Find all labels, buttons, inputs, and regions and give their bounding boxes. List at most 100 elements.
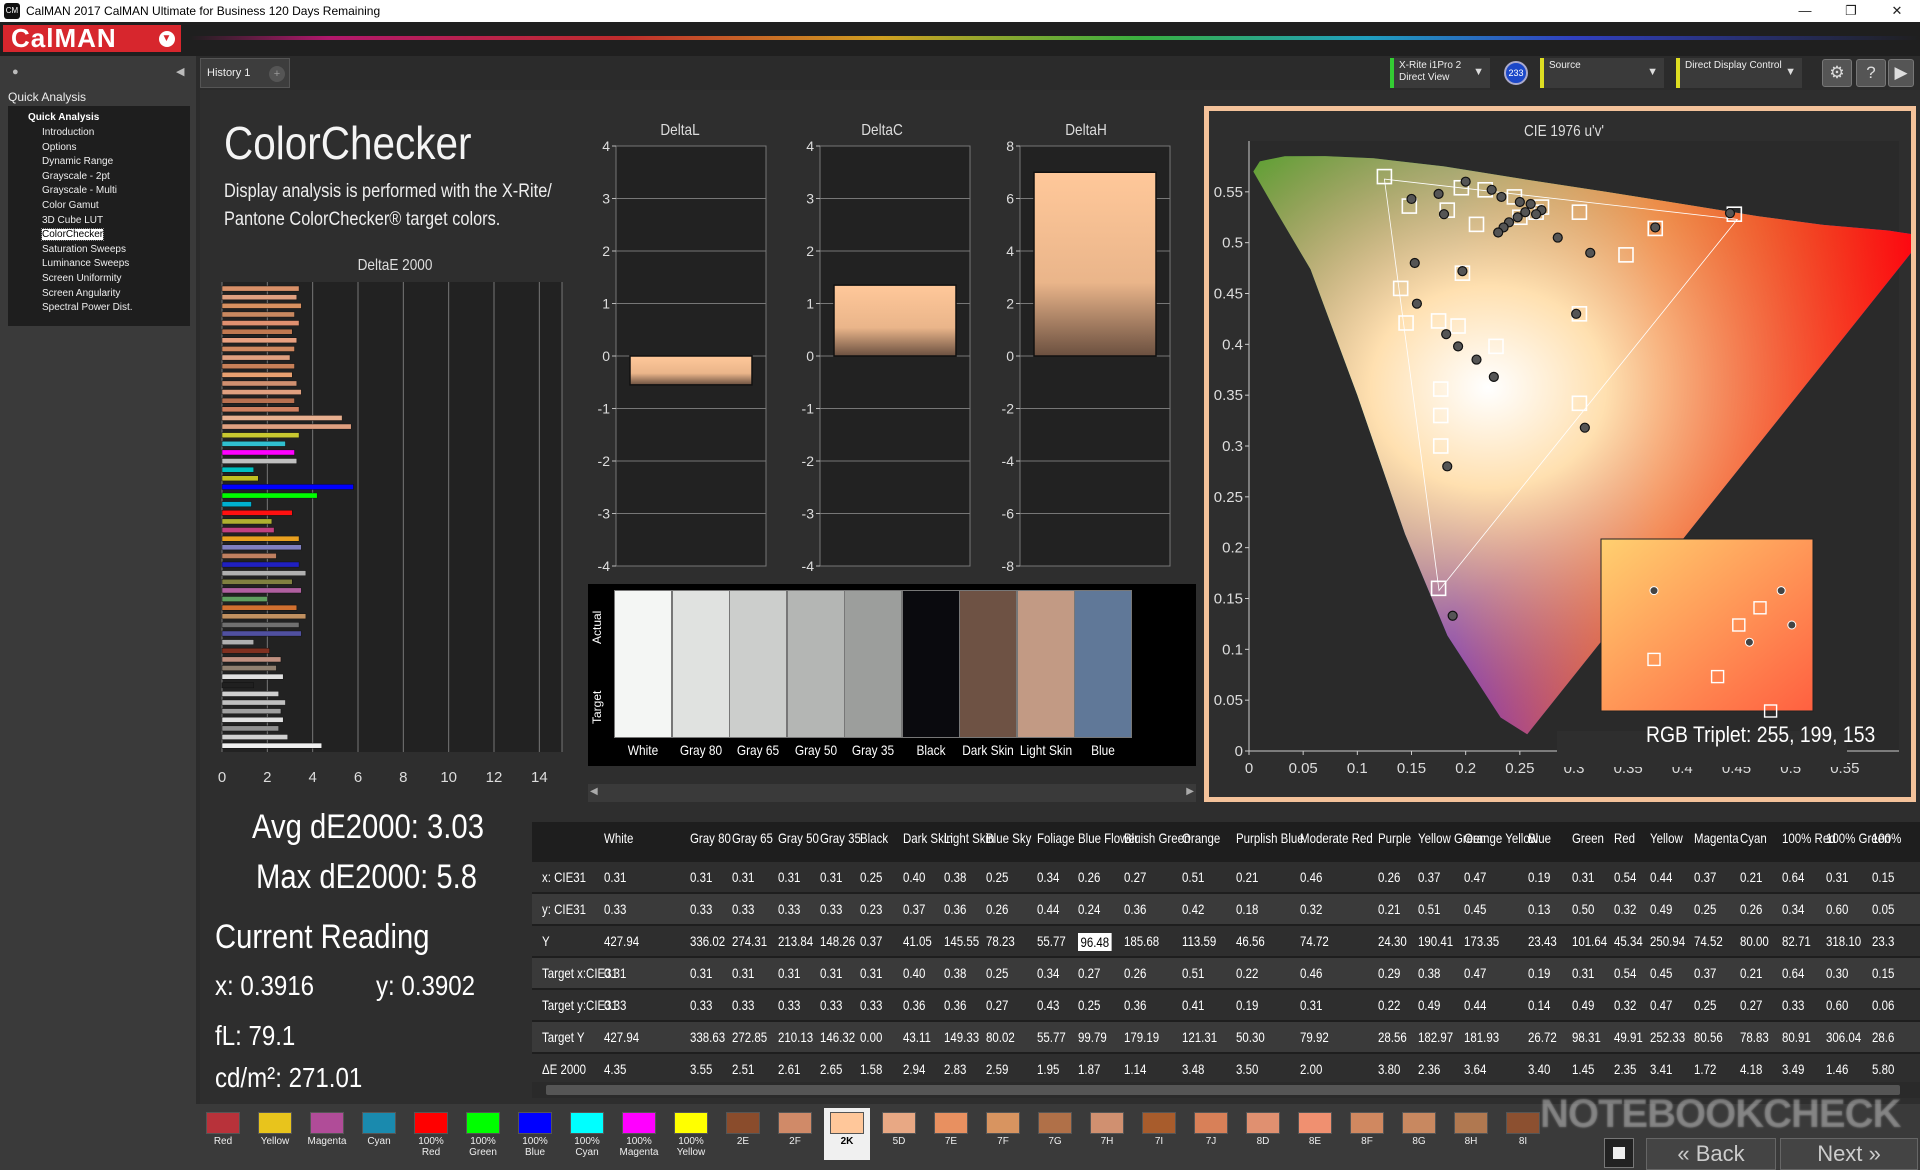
patch-2e[interactable]: 2E [720, 1108, 766, 1160]
actual-marker [1579, 422, 1590, 433]
patch-7e[interactable]: 7E [928, 1108, 974, 1160]
patch-100-cyan[interactable]: 100% Cyan [564, 1108, 610, 1160]
restore-icon[interactable]: ❐ [1828, 0, 1874, 22]
calman-logo-menu[interactable]: CalMAN ▼ [3, 25, 181, 52]
patch-color [1090, 1112, 1124, 1134]
display-selector[interactable]: Direct Display Control ▼ [1676, 58, 1802, 88]
table-cell: 0.31 [820, 869, 843, 885]
patch-7g[interactable]: 7G [1032, 1108, 1078, 1160]
sidebar-item-colorchecker[interactable]: ColorChecker [8, 228, 190, 243]
patch-cyan[interactable]: Cyan [356, 1108, 402, 1160]
swatch-gray-80[interactable] [671, 590, 730, 738]
deltah-chart: 8 6 4 2 0 -2 -4 -6 -8 [1002, 138, 1171, 574]
patch-color [778, 1112, 812, 1134]
meter-selector[interactable]: X-Rite i1Pro 2 Direct View ▼ [1390, 58, 1490, 88]
back-button[interactable]: « Back [1646, 1138, 1776, 1170]
pin-icon[interactable]: ● [12, 66, 19, 78]
sidebar-item-grayscale-2pt[interactable]: Grayscale - 2pt [8, 170, 190, 185]
patch-8f[interactable]: 8F [1344, 1108, 1390, 1160]
swatch-black[interactable] [901, 590, 960, 738]
table-cell: 0.33 [690, 997, 713, 1013]
patch-100-yellow[interactable]: 100% Yellow [668, 1108, 714, 1160]
add-tab-icon[interactable]: + [269, 66, 285, 82]
patch-100-green[interactable]: 100% Green [460, 1108, 506, 1160]
actual-marker [1530, 209, 1542, 220]
deltac-chart: 4 3 2 1 0 -1 -2 -3 -4 [802, 138, 971, 574]
patch-2f[interactable]: 2F [772, 1108, 818, 1160]
inset-actual-marker [1787, 620, 1797, 630]
patch-100-blue[interactable]: 100% Blue [512, 1108, 558, 1160]
sidebar-item-luminance-sweeps[interactable]: Luminance Sweeps [8, 257, 190, 272]
swatch-scrollbar[interactable]: ◀ ▶ [588, 784, 1196, 802]
patch-7h[interactable]: 7H [1084, 1108, 1130, 1160]
patch-5d[interactable]: 5D [876, 1108, 922, 1160]
deltae-bar [221, 742, 322, 749]
scroll-left-icon[interactable]: ◀ [590, 786, 598, 797]
table-cell: 28.56 [1378, 1029, 1407, 1045]
patch-8d[interactable]: 8D [1240, 1108, 1286, 1160]
sidebar-item-introduction[interactable]: Introduction [8, 126, 190, 141]
sidebar-item-dynamic-range[interactable]: Dynamic Range [8, 155, 190, 170]
patch-magenta[interactable]: Magenta [304, 1108, 350, 1160]
column-header: Orange [1182, 830, 1221, 846]
sidebar-item-3d-cube-lut[interactable]: 3D Cube LUT [8, 214, 190, 229]
sidebar-item-grayscale-multi[interactable]: Grayscale - Multi [8, 184, 190, 199]
patch-red[interactable]: Red [200, 1108, 246, 1160]
patch-yellow[interactable]: Yellow [252, 1108, 298, 1160]
minimize-icon[interactable]: — [1782, 0, 1828, 22]
help-icon[interactable]: ? [1856, 59, 1886, 87]
deltae-bar [221, 527, 275, 533]
swatch-gray-65[interactable] [729, 590, 787, 738]
collapse-sidebar-icon[interactable]: ◀ [176, 65, 184, 78]
swatch-gray-50[interactable] [786, 590, 845, 738]
patch-8e[interactable]: 8E [1292, 1108, 1338, 1160]
sidebar-item-saturation-sweeps[interactable]: Saturation Sweeps [8, 243, 190, 258]
patch-8g[interactable]: 8G [1396, 1108, 1442, 1160]
patch-label: 2E [736, 1136, 750, 1147]
swatch-white[interactable] [614, 590, 672, 738]
patch-label: 100% Yellow [676, 1136, 706, 1158]
patch-7i[interactable]: 7I [1136, 1108, 1182, 1160]
sidebar-item-spectral-power-dist[interactable]: Spectral Power Dist. [8, 301, 190, 316]
table-cell[interactable]: 96.48 [1078, 933, 1112, 951]
actual-marker [1525, 198, 1536, 210]
patch-7j[interactable]: 7J [1188, 1108, 1234, 1160]
sidebar-item-color-gamut[interactable]: Color Gamut [8, 199, 190, 214]
sidebar-item-screen-uniformity[interactable]: Screen Uniformity [8, 272, 190, 287]
deltae-bar [221, 484, 354, 490]
swatch-dark-skin[interactable] [959, 590, 1017, 738]
x-tick-label: 0.2 [1455, 760, 1476, 777]
tab-history-1[interactable]: History 1 + [200, 58, 290, 88]
swatch-gray-35[interactable] [844, 590, 902, 738]
scroll-right-icon[interactable]: ▶ [1186, 786, 1194, 797]
patch-7f[interactable]: 7F [980, 1108, 1026, 1160]
cie-diagram-panel: CIE 1976 u'v' 0 0.05 0.1 0.15 0.2 0.25 0.3 0.35… [1204, 106, 1916, 802]
x-tick-label: 4 [308, 769, 316, 786]
patch-label: Magenta [307, 1136, 347, 1147]
stop-button[interactable] [1604, 1138, 1634, 1168]
sidebar-heading: Quick Analysis [8, 90, 87, 104]
table-cell: 0.34 [1037, 869, 1060, 885]
patch-8h[interactable]: 8H [1448, 1108, 1494, 1160]
swatch-light-skin[interactable] [1016, 590, 1075, 738]
sidebar-item-label: Grayscale - 2pt [42, 170, 110, 182]
tree-root-label: Quick Analysis [28, 112, 100, 123]
swatch-blue[interactable] [1074, 590, 1132, 738]
next-button[interactable]: Next » [1780, 1138, 1918, 1170]
sidebar-item-label: Screen Angularity [42, 287, 121, 299]
table-cell: 45.34 [1614, 933, 1643, 949]
deltae-bar [221, 302, 302, 309]
meter-badge[interactable]: 233 [1504, 61, 1528, 85]
patch-100-magenta[interactable]: 100% Magenta [616, 1108, 662, 1160]
patch-100-red[interactable]: 100% Red [408, 1108, 454, 1160]
close-icon[interactable]: ✕ [1874, 0, 1920, 22]
expand-panel-icon[interactable]: ▶ [1888, 59, 1914, 87]
table-cell: 55.77 [1037, 1029, 1066, 1045]
patch-2k[interactable]: 2K [824, 1108, 870, 1160]
sidebar-item-screen-angularity[interactable]: Screen Angularity [8, 287, 190, 302]
table-cell: 3.40 [1528, 1061, 1551, 1077]
tree-root[interactable]: Quick Analysis [8, 112, 190, 126]
source-selector[interactable]: Source ▼ [1540, 58, 1664, 88]
sidebar-item-options[interactable]: Options [8, 141, 190, 156]
settings-gear-icon[interactable]: ⚙ [1822, 59, 1852, 87]
